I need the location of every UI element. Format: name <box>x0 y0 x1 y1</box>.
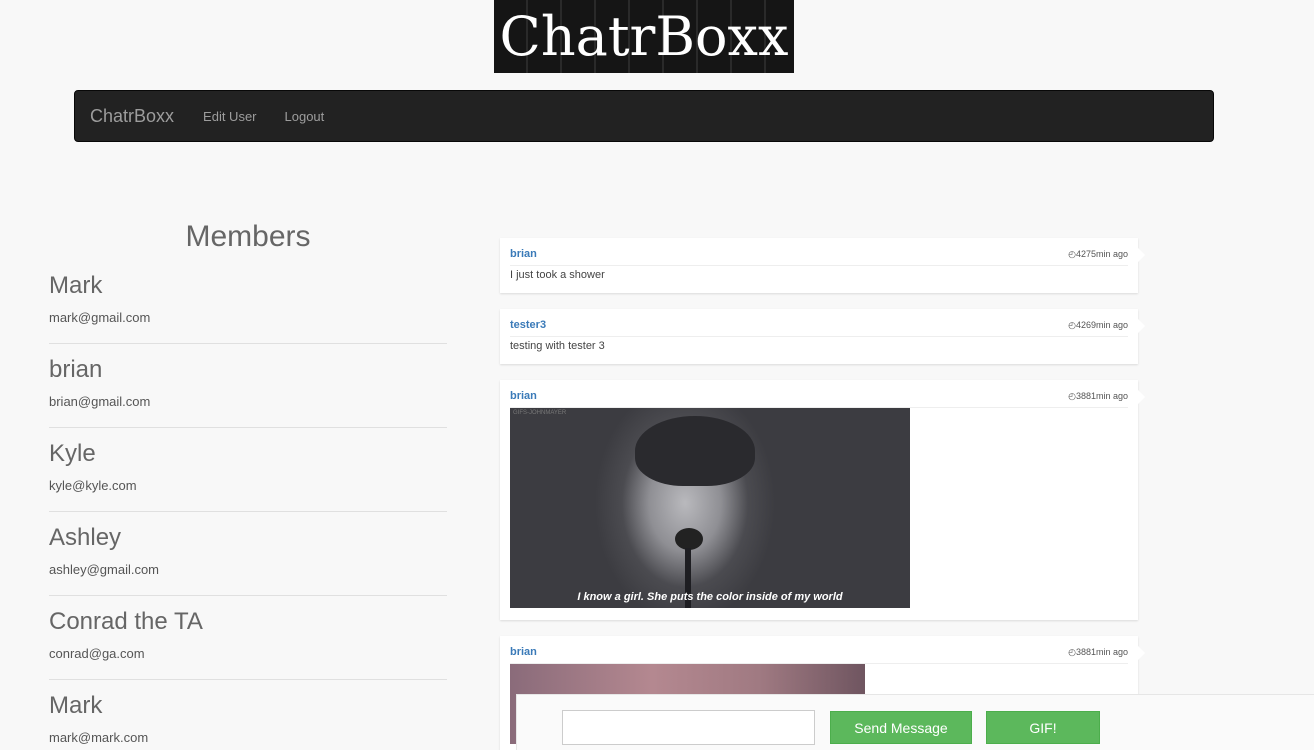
gif-button[interactable]: GIF! <box>986 711 1100 744</box>
message-username[interactable]: brian <box>510 646 537 658</box>
nav-link-edit-user[interactable]: Edit User <box>189 109 270 124</box>
member-item: Ashley ashley@gmail.com <box>49 512 447 596</box>
member-name: brian <box>49 356 103 383</box>
member-name: Kyle <box>49 440 96 467</box>
members-panel: Members Mark mark@gmail.com brian brian@… <box>49 220 447 750</box>
navbar-brand[interactable]: ChatrBoxx <box>90 106 174 127</box>
message-header: brian ◴3881min ago <box>510 646 1128 664</box>
message-gif-image: GIFS-JOHNMAYER I know a girl. She puts t… <box>510 408 910 608</box>
member-email: kyle@kyle.com <box>49 478 137 493</box>
message-feed[interactable]: brian ◴4275min ago I just took a shower … <box>500 238 1145 750</box>
navbar: ChatrBoxx Edit User Logout <box>74 90 1214 142</box>
message-input[interactable] <box>562 710 815 745</box>
message-timestamp: ◴3881min ago <box>1068 646 1128 657</box>
members-title: Members <box>185 220 311 253</box>
message-time-text: 3881min ago <box>1075 646 1128 657</box>
member-item: Mark mark@mark.com <box>49 680 447 750</box>
message-card: brian ◴4275min ago I just took a shower <box>500 238 1145 293</box>
member-name: Mark <box>49 692 103 719</box>
member-item: Conrad the TA conrad@ga.com <box>49 596 447 680</box>
message-timestamp: ◴4275min ago <box>1068 248 1128 259</box>
send-message-button[interactable]: Send Message <box>830 711 972 744</box>
message-username[interactable]: brian <box>510 248 537 260</box>
member-email: conrad@ga.com <box>49 646 145 661</box>
message-text: I just took a shower <box>510 269 605 281</box>
message-time-text: 3881min ago <box>1075 390 1128 401</box>
message-card: brian ◴3881min ago GIFS-JOHNMAYER I know… <box>500 380 1145 620</box>
member-email: ashley@gmail.com <box>49 562 160 577</box>
member-email: brian@gmail.com <box>49 394 151 409</box>
message-time-text: 4269min ago <box>1075 319 1128 330</box>
member-email: mark@mark.com <box>49 730 149 745</box>
message-header: brian ◴3881min ago <box>510 390 1128 408</box>
member-name: Ashley <box>49 524 122 551</box>
message-composer: Send Message GIF! <box>516 694 1314 750</box>
member-name: Mark <box>49 272 103 299</box>
message-timestamp: ◴4269min ago <box>1068 319 1128 330</box>
logo: ChatrBoxx <box>494 0 794 73</box>
member-item: Mark mark@gmail.com <box>49 260 447 344</box>
message-username[interactable]: brian <box>510 390 537 402</box>
gif-caption: I know a girl. She puts the color inside… <box>577 591 843 603</box>
nav-link-logout[interactable]: Logout <box>271 109 339 124</box>
message-timestamp: ◴3881min ago <box>1068 390 1128 401</box>
message-text: testing with tester 3 <box>510 340 605 352</box>
message-header: tester3 ◴4269min ago <box>510 319 1128 337</box>
gif-figure-hair <box>635 416 755 486</box>
message-time-text: 4275min ago <box>1075 248 1128 259</box>
gif-watermark: GIFS-JOHNMAYER <box>513 410 567 416</box>
message-username[interactable]: tester3 <box>510 319 546 331</box>
gif-microphone <box>675 528 703 550</box>
member-email: mark@gmail.com <box>49 310 151 325</box>
message-card: tester3 ◴4269min ago testing with tester… <box>500 309 1145 364</box>
member-item: brian brian@gmail.com <box>49 344 447 428</box>
logo-text: ChatrBoxx <box>499 4 789 68</box>
member-item: Kyle kyle@kyle.com <box>49 428 447 512</box>
message-header: brian ◴4275min ago <box>510 248 1128 266</box>
member-name: Conrad the TA <box>49 608 203 635</box>
